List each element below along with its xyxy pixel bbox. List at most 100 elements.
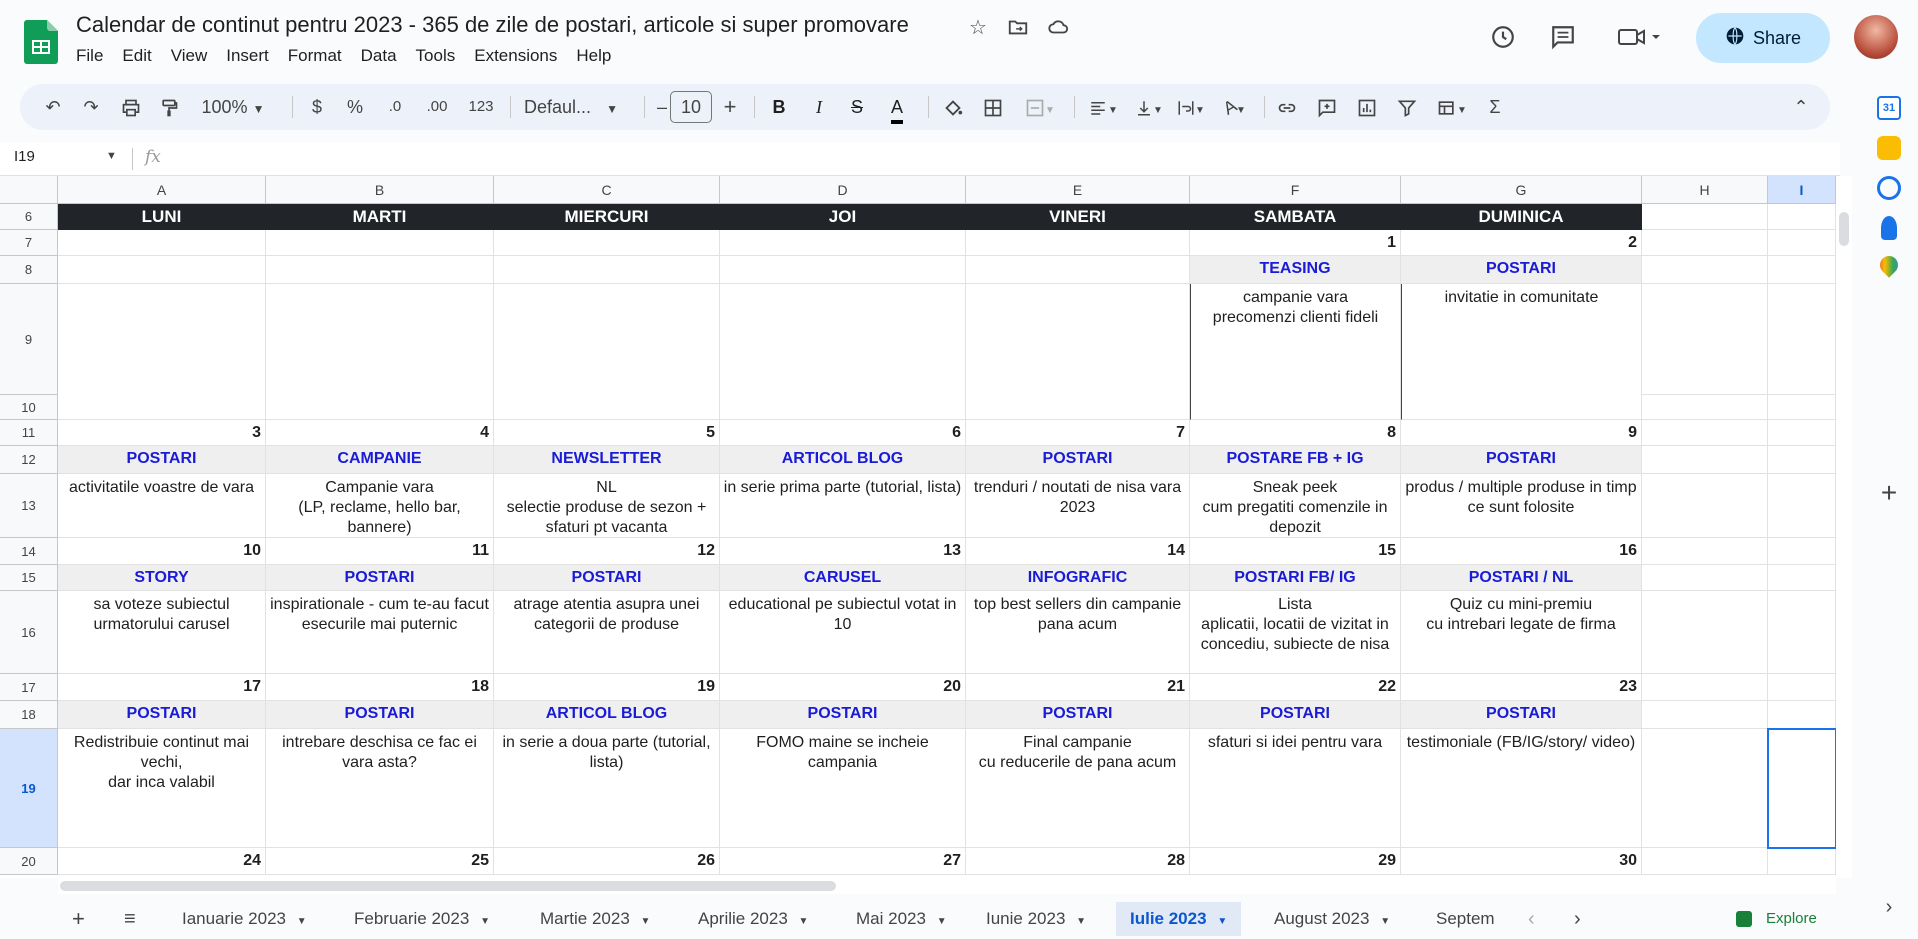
content-type-label[interactable]: POSTARI <box>966 446 1190 474</box>
menu-extensions[interactable]: Extensions <box>474 46 566 66</box>
empty-cell[interactable] <box>1768 474 1836 538</box>
menu-help[interactable]: Help <box>576 46 620 66</box>
content-description-cell[interactable]: FOMO maine se incheie campania <box>720 729 966 848</box>
content-type-label[interactable]: POSTARI <box>1401 701 1642 729</box>
content-description-cell[interactable]: testimoniale (FB/IG/story/ video) <box>1401 729 1642 848</box>
content-description-cell[interactable]: sfaturi si idei pentru vara <box>1190 729 1401 848</box>
content-description-cell[interactable]: Campanie vara (LP, reclame, hello bar, b… <box>266 474 494 538</box>
empty-cell[interactable] <box>1768 256 1836 284</box>
content-description-cell[interactable]: educational pe subiectul votat in 10 <box>720 591 966 674</box>
menu-format[interactable]: Format <box>288 46 351 66</box>
undo-icon[interactable]: ↶ <box>40 84 66 130</box>
version-history-icon[interactable] <box>1490 24 1514 48</box>
row-header-10[interactable]: 10 <box>0 395 58 420</box>
content-description-cell[interactable]: sa voteze subiectul urmatorului carusel <box>58 591 266 674</box>
content-type-label[interactable]: POSTARE FB + IG <box>1190 446 1401 474</box>
sheet-tab[interactable]: August 2023 ▼ <box>1260 902 1404 936</box>
row-header-9[interactable]: 9 <box>0 284 58 395</box>
content-description-cell[interactable]: campanie vara precomenzi clienti fideli <box>1190 284 1401 420</box>
menu-insert[interactable]: Insert <box>226 46 278 66</box>
sheet-tab[interactable]: Martie 2023 ▼ <box>526 902 664 936</box>
content-type-label[interactable]: POSTARI <box>1401 446 1642 474</box>
empty-cell[interactable] <box>1768 230 1836 256</box>
empty-cell[interactable] <box>1642 395 1768 420</box>
content-type-label[interactable]: TEASING <box>1190 256 1401 284</box>
currency-format-button[interactable]: $ <box>306 84 328 130</box>
explore-button[interactable]: Explore <box>1722 902 1831 936</box>
empty-cell[interactable] <box>1768 701 1836 729</box>
content-description-cell[interactable]: trenduri / noutati de nisa vara 2023 <box>966 474 1190 538</box>
empty-cell[interactable] <box>1642 230 1768 256</box>
column-header-e[interactable]: E <box>966 176 1190 204</box>
move-folder-icon[interactable] <box>1006 16 1030 40</box>
date-number-cell[interactable] <box>494 230 720 256</box>
paint-format-icon[interactable] <box>156 84 182 130</box>
date-number-cell[interactable]: 18 <box>266 674 494 701</box>
add-addon-icon[interactable]: + <box>1877 479 1901 507</box>
name-box[interactable]: I19 <box>14 148 35 165</box>
content-description-cell[interactable]: invitatie in comunitate <box>1401 284 1642 420</box>
empty-cell[interactable] <box>1642 446 1768 474</box>
content-type-label[interactable] <box>720 256 966 284</box>
empty-cell[interactable] <box>1642 204 1768 230</box>
date-number-cell[interactable]: 26 <box>494 848 720 875</box>
chevron-down-icon[interactable]: ▼ <box>1073 916 1086 927</box>
all-sheets-icon[interactable]: ≡ <box>110 902 150 936</box>
content-type-label[interactable]: ARTICOL BLOG <box>494 701 720 729</box>
document-title[interactable]: Calendar de continut pentru 2023 - 365 d… <box>76 12 909 38</box>
chevron-down-icon[interactable]: ▼ <box>1215 916 1227 927</box>
row-header-18[interactable]: 18 <box>0 701 58 729</box>
content-description-cell[interactable]: Quiz cu mini-premiu cu intrebari legate … <box>1401 591 1642 674</box>
row-header-14[interactable]: 14 <box>0 538 58 565</box>
content-description-cell[interactable]: atrage atentia asupra unei categorii de … <box>494 591 720 674</box>
meet-video-icon[interactable] <box>1618 24 1662 48</box>
collapse-toolbar-icon[interactable]: ⌃ <box>1788 84 1814 130</box>
menu-view[interactable]: View <box>171 46 217 66</box>
date-number-cell[interactable]: 9 <box>1401 420 1642 446</box>
empty-cell[interactable] <box>1768 204 1836 230</box>
sheets-logo-icon[interactable] <box>24 20 58 64</box>
empty-cell[interactable] <box>1642 256 1768 284</box>
date-number-cell[interactable]: 19 <box>494 674 720 701</box>
empty-cell[interactable] <box>1768 538 1836 565</box>
strikethrough-icon[interactable]: S <box>846 84 868 130</box>
text-wrapping-icon[interactable]: ▼ <box>1170 84 1212 130</box>
menu-edit[interactable]: Edit <box>122 46 160 66</box>
menu-tools[interactable]: Tools <box>416 46 465 66</box>
filter-icon[interactable] <box>1394 84 1420 130</box>
row-header-8[interactable]: 8 <box>0 256 58 284</box>
empty-cell[interactable] <box>1768 446 1836 474</box>
bold-button[interactable]: B <box>768 84 790 130</box>
content-type-label[interactable]: ARTICOL BLOG <box>720 446 966 474</box>
date-number-cell[interactable]: 28 <box>966 848 1190 875</box>
content-description-cell[interactable]: Sneak peek cum pregatiti comenzile in de… <box>1190 474 1401 538</box>
date-number-cell[interactable]: 13 <box>720 538 966 565</box>
maps-icon[interactable] <box>1876 252 1902 278</box>
row-header-11[interactable]: 11 <box>0 420 58 446</box>
content-type-label[interactable] <box>58 256 266 284</box>
date-number-cell[interactable]: 21 <box>966 674 1190 701</box>
decrease-decimal-button[interactable]: .0 <box>380 84 410 130</box>
contacts-icon[interactable] <box>1881 216 1897 240</box>
row-header-15[interactable]: 15 <box>0 565 58 591</box>
content-type-label[interactable]: POSTARI <box>266 701 494 729</box>
borders-icon[interactable] <box>980 84 1006 130</box>
empty-cell[interactable] <box>1768 284 1836 395</box>
content-type-label[interactable]: CAMPANIE <box>266 446 494 474</box>
empty-cell[interactable] <box>1642 729 1768 848</box>
horizontal-scrollbar[interactable] <box>58 878 1836 894</box>
date-number-cell[interactable]: 5 <box>494 420 720 446</box>
content-type-label[interactable]: POSTARI FB/ IG <box>1190 565 1401 591</box>
column-header-g[interactable]: G <box>1401 176 1642 204</box>
chevron-down-icon[interactable]: ▼ <box>1377 916 1390 927</box>
column-header-a[interactable]: A <box>58 176 266 204</box>
filter-views-icon[interactable]: ▼ <box>1430 84 1474 130</box>
column-header-d[interactable]: D <box>720 176 966 204</box>
content-type-label[interactable] <box>966 256 1190 284</box>
date-number-cell[interactable]: 16 <box>1401 538 1642 565</box>
content-type-label[interactable] <box>266 256 494 284</box>
date-number-cell[interactable]: 6 <box>720 420 966 446</box>
functions-button[interactable]: Σ <box>1482 84 1508 130</box>
sheet-tab[interactable]: Mai 2023 ▼ <box>842 902 961 936</box>
italic-button[interactable]: I <box>808 84 830 130</box>
